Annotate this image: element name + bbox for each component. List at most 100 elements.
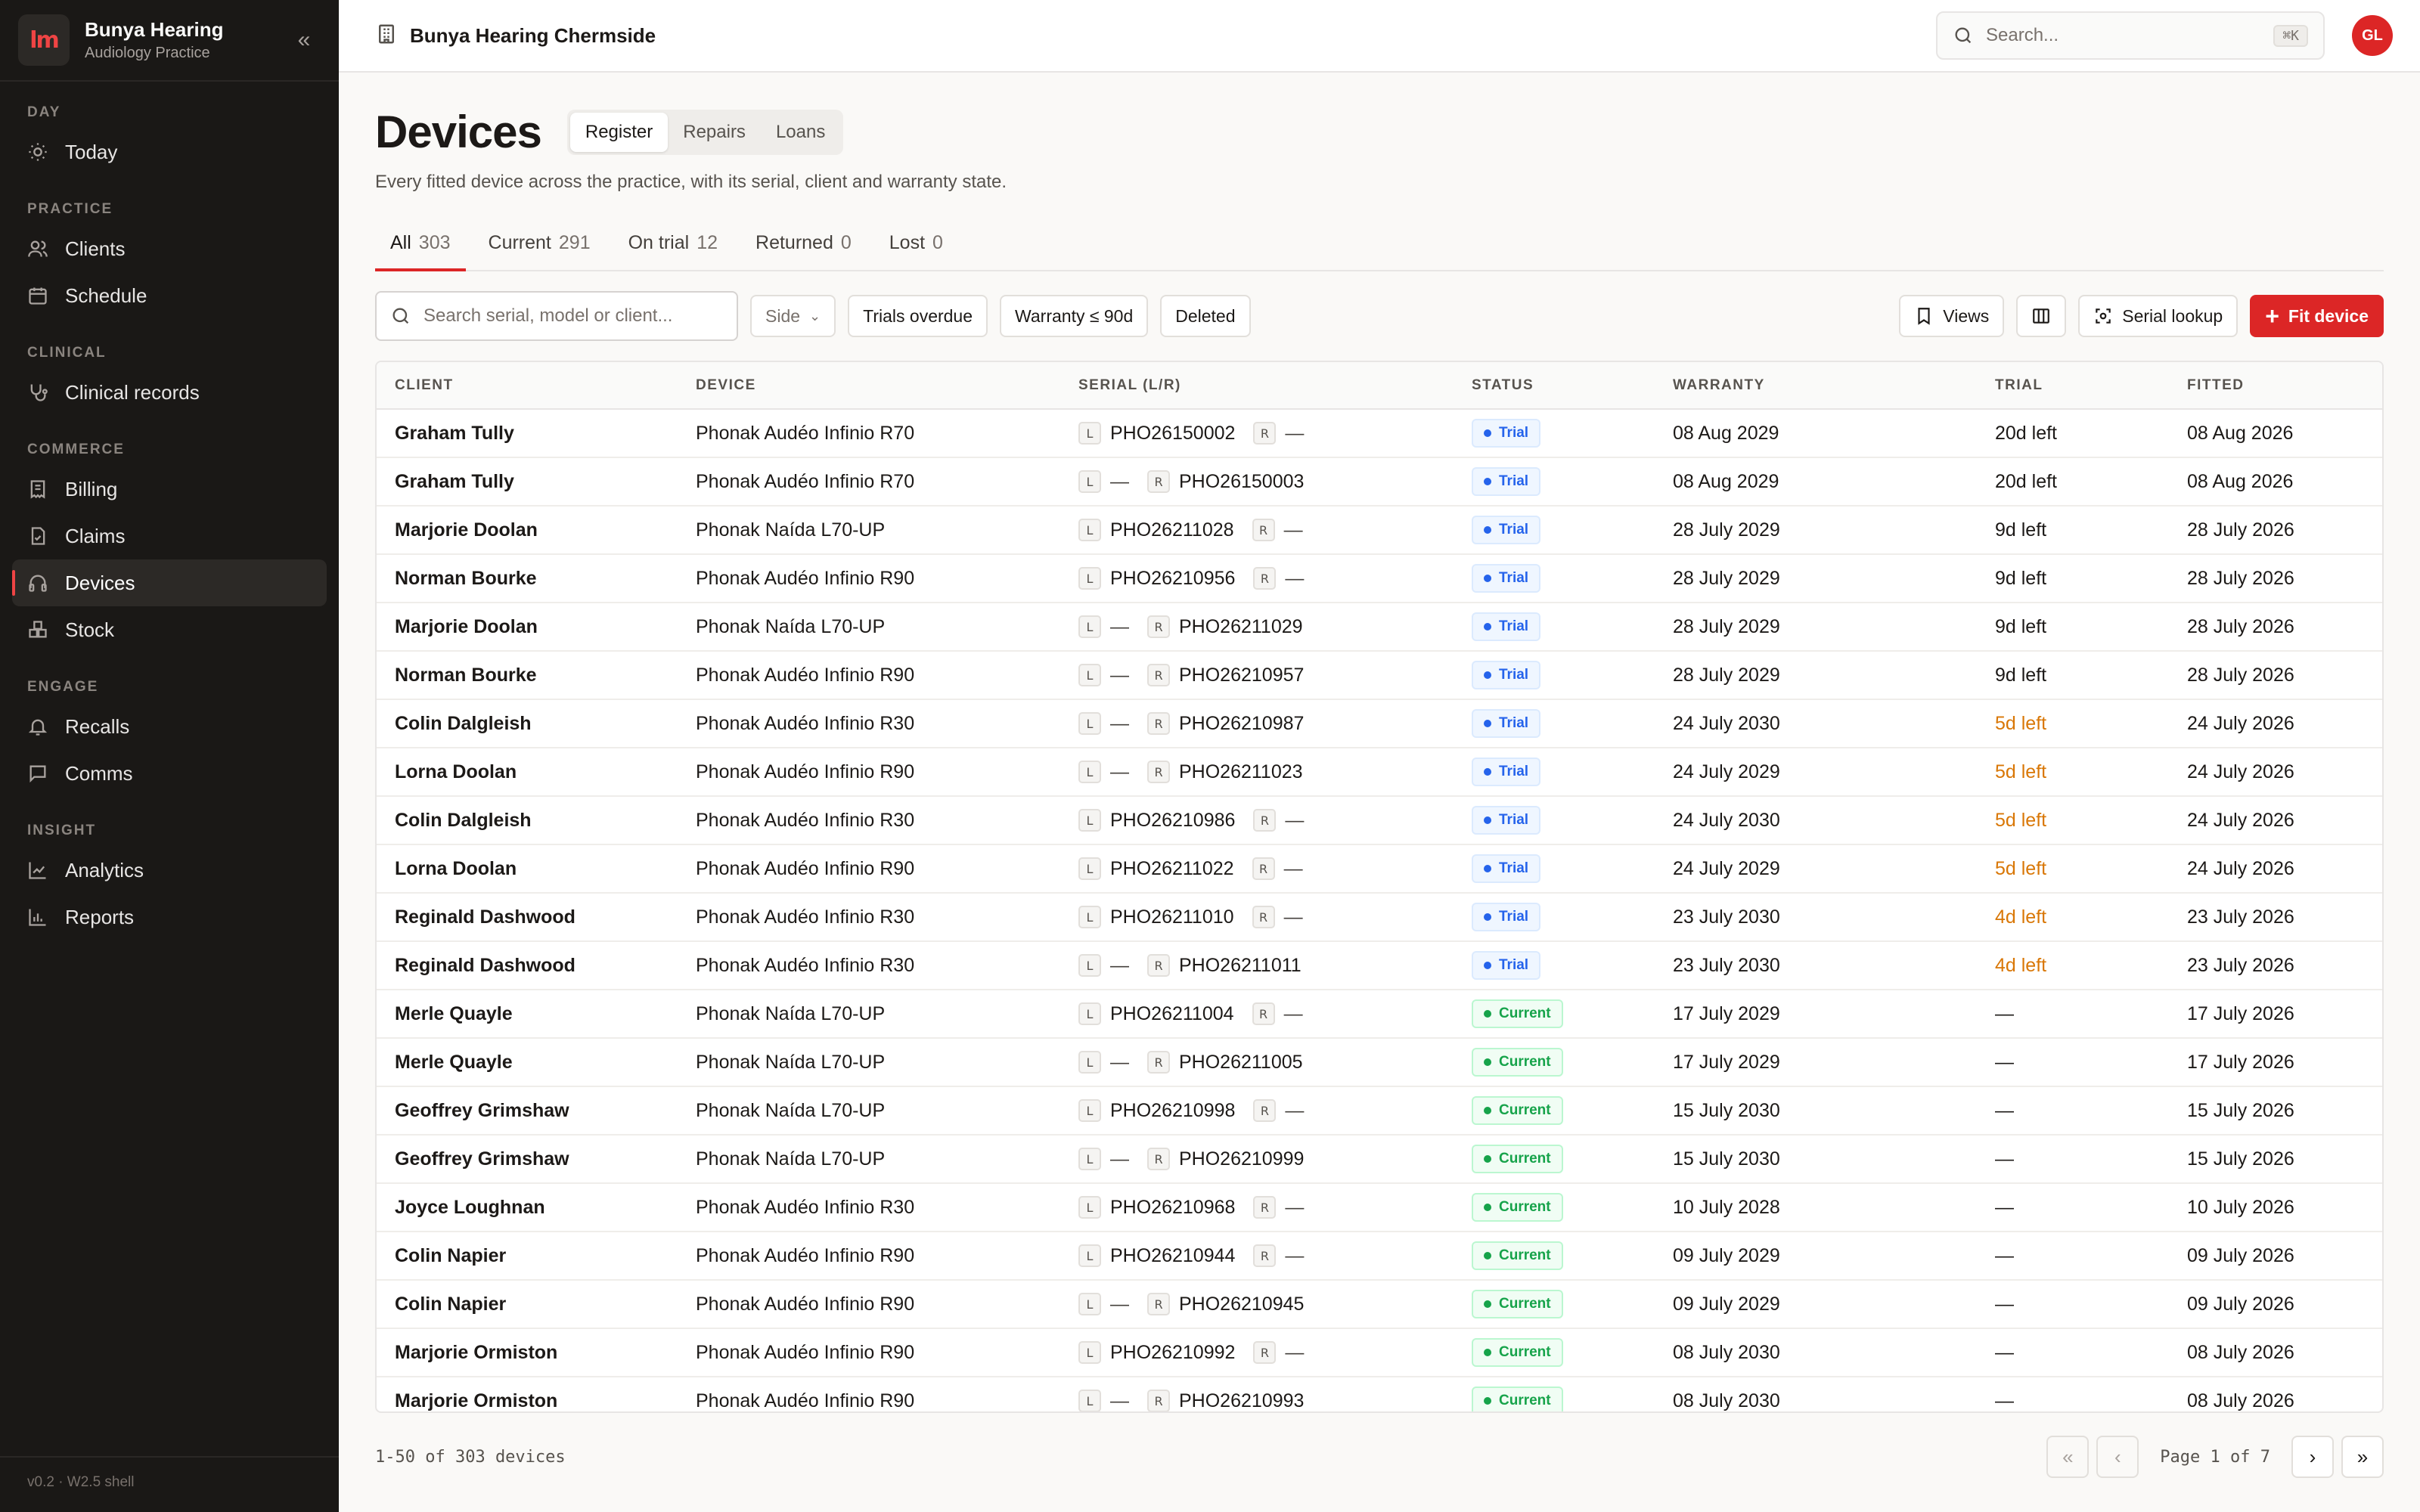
filter-deleted[interactable]: Deleted [1160,295,1251,337]
column-warranty[interactable]: WARRANTY [1655,362,1977,410]
table-row[interactable]: Lorna Doolan Phonak Audéo Infinio R90 L —… [377,748,2382,797]
table-row[interactable]: Colin Napier Phonak Audéo Infinio R90 L —… [377,1280,2382,1329]
table-row[interactable]: Colin Dalgleish Phonak Audéo Infinio R30… [377,699,2382,748]
sidebar-item-claims[interactable]: Claims [12,513,327,559]
status-cell: Trial [1454,409,1655,458]
client-name[interactable]: Marjorie Ormiston [377,1328,678,1377]
table-row[interactable]: Norman Bourke Phonak Audéo Infinio R90 L… [377,554,2382,603]
client-name[interactable]: Colin Dalgleish [377,699,678,748]
status-dot-icon [1484,671,1491,679]
sidebar-item-billing[interactable]: Billing [12,466,327,513]
table-row[interactable]: Colin Napier Phonak Audéo Infinio R90 LP… [377,1232,2382,1281]
client-name[interactable]: Geoffrey Grimshaw [377,1135,678,1184]
filter-trials-overdue[interactable]: Trials overdue [848,295,988,337]
tab-current[interactable]: Current 291 [473,218,606,270]
table-row[interactable]: Joyce Loughnan Phonak Audéo Infinio R30 … [377,1183,2382,1232]
tab-lost[interactable]: Lost 0 [874,218,958,270]
client-name[interactable]: Geoffrey Grimshaw [377,1086,678,1136]
client-name[interactable]: Colin Dalgleish [377,796,678,845]
side-right-tag: R [1253,567,1277,590]
table-row[interactable]: Marjorie Doolan Phonak Naída L70-UP L — R P… [377,603,2382,652]
client-name[interactable]: Graham Tully [377,457,678,507]
table-row[interactable]: Norman Bourke Phonak Audéo Infinio R90 L… [377,651,2382,700]
client-name[interactable]: Reginald Dashwood [377,893,678,942]
column-client[interactable]: CLIENT [377,362,678,410]
serial-cell: L PHO26210944 R — [1060,1232,1454,1281]
segment-loans[interactable]: Loans [761,113,840,152]
result-range: 1-50 of 303 devices [375,1447,566,1467]
table-row[interactable]: Reginald Dashwood Phonak Audéo Infinio R… [377,941,2382,990]
tab-returned[interactable]: Returned 0 [740,218,867,270]
last-page-button[interactable]: » [2341,1436,2384,1478]
status-cell: Trial [1454,457,1655,507]
column-serial[interactable]: SERIAL (L/R) [1060,362,1454,410]
client-name[interactable]: Graham Tully [377,409,678,458]
client-name[interactable]: Marjorie Doolan [377,603,678,652]
sidebar-item-devices[interactable]: Devices [12,559,327,606]
table-row[interactable]: Colin Dalgleish Phonak Audéo Infinio R30… [377,796,2382,845]
sidebar-item-comms[interactable]: Comms [12,750,327,797]
client-name[interactable]: Joyce Loughnan [377,1183,678,1232]
location-name[interactable]: Bunya Hearing Chermside [410,24,1936,48]
column-fitted[interactable]: FITTED [2169,362,2382,410]
warranty-date: 24 July 2029 [1655,748,1977,797]
device-search-input[interactable]: Search serial, model or client... [424,305,672,327]
status-cell: Trial [1454,893,1655,942]
tab-all[interactable]: All 303 [375,218,466,271]
global-search-input[interactable]: Search... [1986,25,2273,46]
table-row[interactable]: Marjorie Ormiston Phonak Audéo Infinio R… [377,1377,2382,1411]
table-row[interactable]: Geoffrey Grimshaw Phonak Naída L70-UP L —… [377,1135,2382,1184]
serial-lookup-button[interactable]: Serial lookup [2078,295,2238,337]
table-row[interactable]: Reginald Dashwood Phonak Audéo Infinio R… [377,893,2382,942]
device-search[interactable]: Search serial, model or client... [375,291,738,341]
sidebar-item-today[interactable]: Today [12,129,327,175]
side-filter-dropdown[interactable]: Side ⌄ [750,295,836,337]
fitted-date: 24 July 2026 [2169,748,2382,797]
filter-warranty-90d[interactable]: Warranty ≤ 90d [1000,295,1149,337]
collapse-sidebar-icon[interactable]: « [287,23,321,57]
table-row[interactable]: Graham Tully Phonak Audéo Infinio R70 LP… [377,409,2382,458]
sidebar-item-clinical-records[interactable]: Clinical records [12,369,327,416]
client-name[interactable]: Colin Napier [377,1232,678,1281]
client-name[interactable]: Norman Bourke [377,651,678,700]
sidebar-item-stock[interactable]: Stock [12,606,327,653]
prev-page-button[interactable]: ‹ [2096,1436,2139,1478]
table-row[interactable]: Geoffrey Grimshaw Phonak Naída L70-UP LP… [377,1086,2382,1136]
client-name[interactable]: Marjorie Ormiston [377,1377,678,1411]
sidebar-item-analytics[interactable]: Analytics [12,847,327,894]
first-page-button[interactable]: « [2046,1436,2090,1478]
table-row[interactable]: Marjorie Doolan Phonak Naída L70-UP L PHO… [377,506,2382,555]
segment-register[interactable]: Register [569,112,669,152]
client-name[interactable]: Reginald Dashwood [377,941,678,990]
next-page-button[interactable]: › [2291,1436,2334,1478]
fitted-date: 17 July 2026 [2169,990,2382,1039]
table-row[interactable]: Merle Quayle Phonak Naída L70-UP L PHO262… [377,990,2382,1039]
table-row[interactable]: Lorna Doolan Phonak Audéo Infinio R90 LP… [377,844,2382,894]
trial-remaining: — [1977,1280,2169,1329]
column-trial[interactable]: TRIAL [1977,362,2169,410]
sidebar-item-schedule[interactable]: Schedule [12,272,327,319]
column-device[interactable]: DEVICE [678,362,1060,410]
table-row[interactable]: Marjorie Ormiston Phonak Audéo Infinio R… [377,1328,2382,1377]
client-name[interactable]: Merle Quayle [377,1038,678,1087]
sidebar-item-clients[interactable]: Clients [12,225,327,272]
user-avatar[interactable]: GL [2352,15,2393,56]
serial-left: PHO26210986 [1110,809,1236,831]
client-name[interactable]: Lorna Doolan [377,844,678,894]
column-status[interactable]: STATUS [1454,362,1655,410]
global-search[interactable]: Search... ⌘K [1936,11,2325,60]
tab-on-trial[interactable]: On trial 12 [613,218,733,270]
client-name[interactable]: Lorna Doolan [377,748,678,797]
client-name[interactable]: Merle Quayle [377,990,678,1039]
views-button[interactable]: Views [1899,295,2005,337]
sidebar-item-reports[interactable]: Reports [12,894,327,940]
sidebar-item-recalls[interactable]: Recalls [12,703,327,750]
segment-repairs[interactable]: Repairs [668,113,761,152]
client-name[interactable]: Norman Bourke [377,554,678,603]
table-row[interactable]: Graham Tully Phonak Audéo Infinio R70 L —… [377,457,2382,507]
client-name[interactable]: Marjorie Doolan [377,506,678,555]
fit-device-button[interactable]: + Fit device [2250,295,2384,337]
client-name[interactable]: Colin Napier [377,1280,678,1329]
table-row[interactable]: Merle Quayle Phonak Naída L70-UP L — R PHO2… [377,1038,2382,1087]
columns-button[interactable] [2016,295,2067,337]
